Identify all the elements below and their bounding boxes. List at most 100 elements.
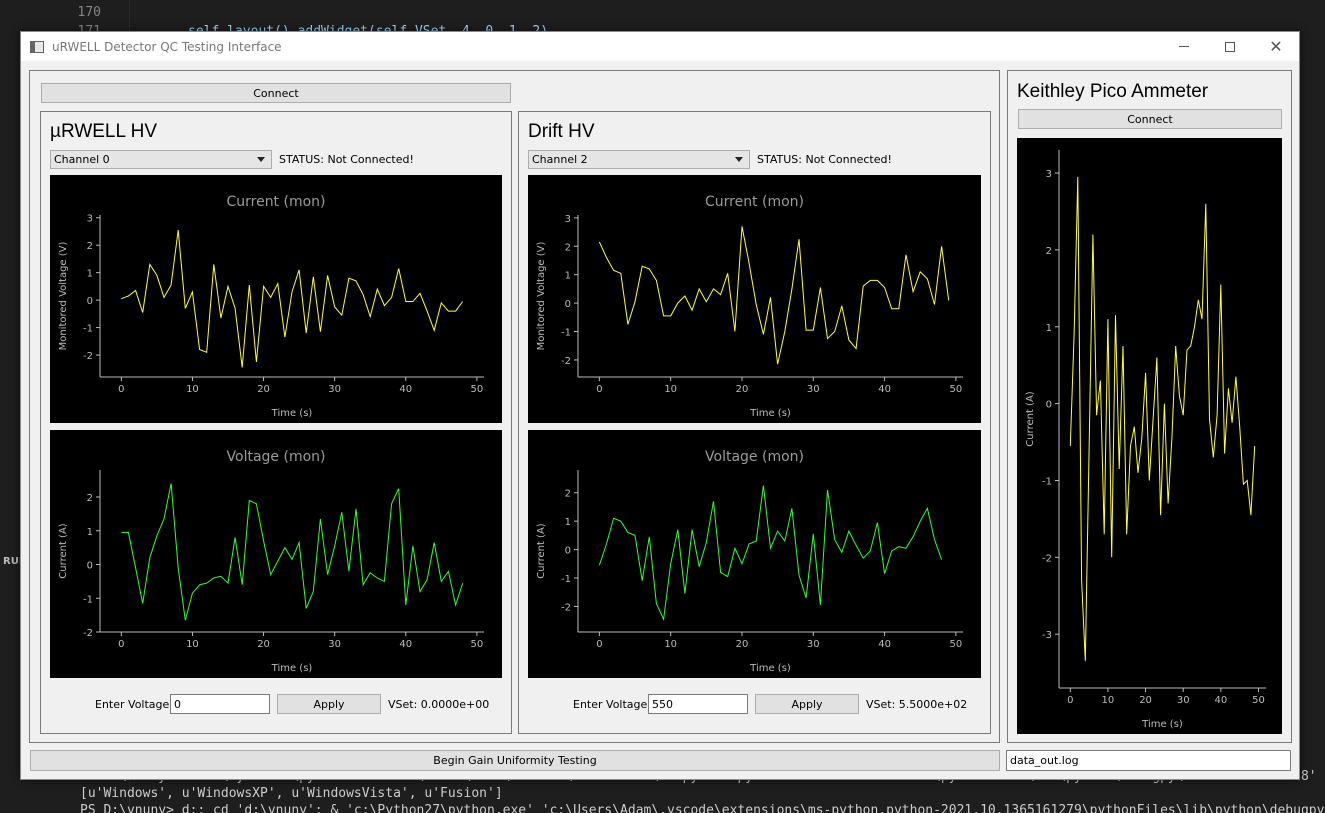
x-tick-label: 30 <box>1177 695 1190 706</box>
x-tick-label: 0 <box>118 384 124 395</box>
begin-testing-button[interactable]: Begin Gain Uniformity Testing <box>30 750 1000 771</box>
close-icon: ✕ <box>1269 37 1283 56</box>
current-plot[interactable]: Current (mon) -2 -1 0 1 2 3 0 10 20 30 40 50 Time (s)… <box>50 175 502 423</box>
minimize-icon <box>1179 46 1189 47</box>
y-tick-label: 3 <box>1046 169 1052 180</box>
y-tick-label: -1 <box>1042 476 1052 487</box>
current-plot[interactable]: Current (mon) -2 -1 0 1 2 3 0 10 20 30 40 50 Time (s)… <box>528 175 981 423</box>
x-axis-label: Time (s) <box>749 408 791 419</box>
ammeter-chart: -3-2-101230 10 20 30 40 50Time (s)Current (A) <box>1025 150 1266 730</box>
x-tick-label: 10 <box>1102 695 1115 706</box>
ammeter-title: Keithley Pico Ammeter <box>1017 81 1209 102</box>
voltage-plot[interactable]: Voltage (mon) -2 -1 0 1 2 0 10 20 30 40 50 Time (s) C… <box>50 430 502 678</box>
ammeter-connect-button[interactable]: Connect <box>1018 109 1282 129</box>
x-tick-label: 40 <box>878 384 891 395</box>
y-tick-label: 3 <box>87 214 93 225</box>
hv-group: Connect µRWELL HV Channel 0 STATUS: Not … <box>29 70 1000 743</box>
x-tick-label: 30 <box>328 384 341 395</box>
series-line <box>598 226 950 365</box>
maximize-button[interactable] <box>1207 32 1253 61</box>
channel-select[interactable]: Channel 2 <box>528 150 750 169</box>
y-tick-label: -1 <box>83 324 93 335</box>
y-tick-label: 1 <box>1046 323 1052 334</box>
y-axis-label: Current (A) <box>536 523 547 578</box>
panel-title: Drift HV <box>528 121 595 142</box>
x-axis-label: Time (s) <box>271 408 313 419</box>
chevron-down-icon <box>257 157 265 162</box>
series-line <box>121 483 464 621</box>
y-tick-label: -1 <box>83 594 93 605</box>
app-window: uRWELL Detector QC Testing Interface ✕ C… <box>20 31 1300 780</box>
y-axis-label: Monitored Voltage (V) <box>58 242 69 351</box>
x-tick-label: 40 <box>1214 695 1227 706</box>
x-axis-label: Time (s) <box>1141 719 1183 730</box>
x-tick-label: 0 <box>1067 695 1073 706</box>
vset-label: VSet: 5.5000e+02 <box>866 698 968 711</box>
x-tick-label: 0 <box>596 384 602 395</box>
y-tick-label: 0 <box>565 299 571 310</box>
panel-title: µRWELL HV <box>50 121 158 142</box>
window-title: uRWELL Detector QC Testing Interface <box>52 39 282 54</box>
status-label: STATUS: Not Connected! <box>279 153 414 166</box>
chevron-down-icon <box>735 157 743 162</box>
apply-button[interactable]: Apply <box>755 694 859 714</box>
x-tick-label: 50 <box>950 384 963 395</box>
y-tick-label: -3 <box>1042 630 1052 641</box>
plot-title: Voltage (mon) <box>227 449 326 465</box>
urwell-hv-panel: µRWELL HV Channel 0 STATUS: Not Connecte… <box>40 111 512 734</box>
y-tick-label: -2 <box>561 602 571 613</box>
x-tick-label: 30 <box>328 639 341 650</box>
voltage-input[interactable] <box>648 694 748 714</box>
apply-button[interactable]: Apply <box>277 694 381 714</box>
y-tick-label: 2 <box>87 241 93 252</box>
y-tick-label: 2 <box>1046 246 1052 257</box>
y-tick-label: 1 <box>87 527 93 538</box>
ammeter-plot[interactable]: -3 -2 -1 0 1 2 3 0 10 20 30 40 50 Time (s) Current (A) <box>1017 138 1282 734</box>
y-tick-label: 1 <box>565 517 571 528</box>
voltage-input[interactable] <box>170 694 270 714</box>
y-tick-label: 0 <box>1046 400 1052 411</box>
plot-title: Voltage (mon) <box>705 449 804 465</box>
x-tick-label: 10 <box>186 639 199 650</box>
log-file-input[interactable] <box>1006 750 1291 771</box>
status-label: STATUS: Not Connected! <box>757 153 892 166</box>
x-tick-label: 30 <box>807 384 820 395</box>
enter-voltage-label: Enter Voltage: <box>573 698 651 711</box>
x-tick-label: 50 <box>471 384 484 395</box>
current-chart: Current (mon)-2-101230 10 20 30 40 50Time (s)… <box>58 194 484 419</box>
app-icon <box>30 40 44 53</box>
maximize-icon <box>1225 41 1235 52</box>
x-tick-label: 10 <box>664 384 677 395</box>
x-tick-label: 50 <box>471 639 484 650</box>
terminal-line: PS D:\vnuny> d:; cd 'd:\vnuny'; & 'c:\Py… <box>80 803 1325 813</box>
terminal-line: [u'Windows', u'WindowsXP', u'WindowsVist… <box>80 786 503 801</box>
x-tick-label: 20 <box>1139 695 1152 706</box>
line-number: 170 <box>77 5 101 20</box>
voltage-chart: Voltage (mon)-2-10120 10 20 30 40 50Time (s)C… <box>536 449 963 674</box>
x-tick-label: 10 <box>186 384 199 395</box>
x-tick-label: 20 <box>736 639 749 650</box>
x-tick-label: 0 <box>596 639 602 650</box>
voltage-plot[interactable]: Voltage (mon) -2 -1 0 1 2 0 10 20 30 40 50 Time (s) C… <box>528 430 981 678</box>
drift-hv-panel: Drift HV Channel 2 STATUS: Not Connected… <box>518 111 991 734</box>
y-tick-label: 1 <box>87 269 93 280</box>
title-bar[interactable]: uRWELL Detector QC Testing Interface ✕ <box>21 32 1299 61</box>
plot-title: Current (mon) <box>705 194 804 210</box>
y-axis-label: Monitored Voltage (V) <box>536 242 547 351</box>
x-tick-label: 10 <box>664 639 677 650</box>
channel-select-value: Channel 0 <box>54 153 110 166</box>
x-axis-label: Time (s) <box>271 663 313 674</box>
channel-select-value: Channel 2 <box>532 153 588 166</box>
channel-select[interactable]: Channel 0 <box>50 150 272 169</box>
x-tick-label: 50 <box>950 639 963 650</box>
hv-connect-button[interactable]: Connect <box>41 83 511 103</box>
close-button[interactable]: ✕ <box>1253 32 1299 61</box>
y-tick-label: 1 <box>565 271 571 282</box>
y-tick-label: -1 <box>561 574 571 585</box>
plot-title: Current (mon) <box>226 194 325 210</box>
minimize-button[interactable] <box>1161 32 1207 61</box>
y-tick-label: -2 <box>83 628 93 639</box>
y-tick-label: 0 <box>87 296 93 307</box>
y-tick-label: 2 <box>87 493 93 504</box>
y-tick-label: 3 <box>565 214 571 225</box>
